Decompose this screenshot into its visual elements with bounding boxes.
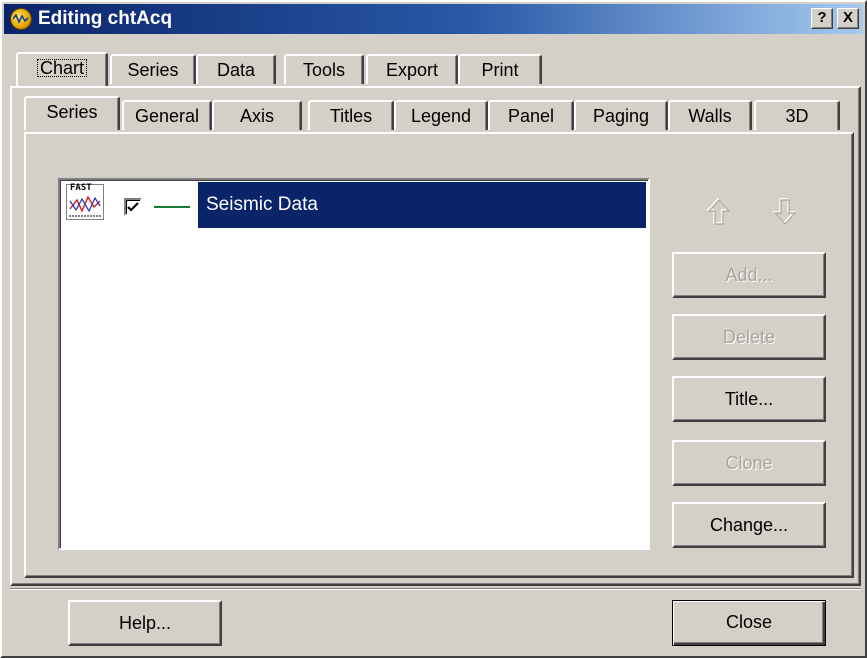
clone-button[interactable]: Clone bbox=[672, 440, 826, 486]
tab-paging-label: Paging bbox=[592, 106, 650, 126]
tab-series[interactable]: Series bbox=[24, 96, 120, 130]
tab-titles-label: Titles bbox=[329, 106, 373, 126]
tab-panel[interactable]: Panel bbox=[488, 100, 574, 130]
tab-data-label: Data bbox=[216, 60, 256, 80]
tab-legend-label: Legend bbox=[410, 106, 472, 126]
clone-button-label: Clone bbox=[725, 453, 773, 473]
tab-data[interactable]: Data bbox=[196, 54, 276, 84]
delete-button[interactable]: Delete bbox=[672, 314, 826, 360]
editor-window: Editing chtAcq ? X Chart Series Data Too… bbox=[0, 0, 867, 658]
tab-print-label: Print bbox=[481, 60, 519, 80]
series-name[interactable]: Seismic Data bbox=[198, 182, 646, 228]
tab-chart[interactable]: Chart bbox=[16, 52, 108, 86]
title-bar[interactable]: Editing chtAcq ? X bbox=[4, 4, 863, 34]
change-button-label: Change... bbox=[709, 515, 789, 535]
tab-general-label: General bbox=[134, 106, 200, 126]
tab-tools-label: Tools bbox=[302, 60, 346, 80]
up-arrow-icon[interactable] bbox=[705, 196, 731, 231]
tab-export[interactable]: Export bbox=[366, 54, 458, 84]
tab-print[interactable]: Print bbox=[458, 54, 542, 84]
check-icon bbox=[127, 202, 139, 212]
close-icon: X bbox=[842, 9, 853, 26]
tab-3d-label: 3D bbox=[785, 106, 809, 126]
tab-general[interactable]: General bbox=[122, 100, 212, 130]
delete-button-label: Delete bbox=[722, 327, 776, 347]
tab-chart-label: Chart bbox=[34, 56, 90, 80]
help-button-label: Help... bbox=[118, 613, 172, 633]
close-caption-button[interactable]: X bbox=[837, 8, 859, 29]
down-arrow-icon[interactable] bbox=[771, 196, 797, 231]
teechart-app-icon bbox=[10, 8, 32, 30]
tab-walls[interactable]: Walls bbox=[668, 100, 752, 130]
title-button-label: Title... bbox=[724, 389, 774, 409]
add-button-label: Add... bbox=[725, 265, 773, 285]
close-button-label: Close bbox=[725, 612, 773, 632]
series-list-item[interactable]: FAST Seismic Data bbox=[62, 182, 646, 228]
tab-titles[interactable]: Titles bbox=[308, 100, 394, 130]
tab-axis-label: Axis bbox=[239, 106, 274, 126]
tab-paging[interactable]: Paging bbox=[574, 100, 668, 130]
tab-legend[interactable]: Legend bbox=[394, 100, 488, 130]
tab-walls-label: Walls bbox=[688, 106, 732, 126]
add-button[interactable]: Add... bbox=[672, 252, 826, 298]
window-title: Editing chtAcq bbox=[38, 8, 173, 29]
tab-export-label: Export bbox=[385, 60, 439, 80]
tab-series-label: Series bbox=[46, 102, 98, 122]
tab-axis[interactable]: Axis bbox=[212, 100, 302, 130]
change-button[interactable]: Change... bbox=[672, 502, 826, 548]
footer-divider bbox=[10, 588, 861, 590]
series-listbox[interactable]: FAST Seismic Data bbox=[58, 178, 650, 550]
tab-series-outer-label: Series bbox=[127, 60, 179, 80]
title-button[interactable]: Title... bbox=[672, 376, 826, 422]
tab-panel-label: Panel bbox=[507, 106, 555, 126]
tab-series-outer[interactable]: Series bbox=[110, 54, 196, 84]
help-caption-button[interactable]: ? bbox=[811, 8, 833, 29]
inner-tab-strip: Series General Axis Titles Legend Panel … bbox=[24, 96, 854, 130]
question-icon: ? bbox=[817, 9, 827, 26]
series-line-swatch bbox=[154, 206, 190, 208]
tab-3d[interactable]: 3D bbox=[754, 100, 840, 130]
outer-tab-strip: Chart Series Data Tools Export Print bbox=[2, 52, 865, 88]
tab-tools[interactable]: Tools bbox=[284, 54, 364, 84]
fastline-series-icon: FAST bbox=[66, 183, 104, 220]
help-button[interactable]: Help... bbox=[68, 600, 222, 646]
close-button[interactable]: Close bbox=[672, 600, 826, 646]
series-visible-checkbox[interactable] bbox=[124, 198, 142, 216]
